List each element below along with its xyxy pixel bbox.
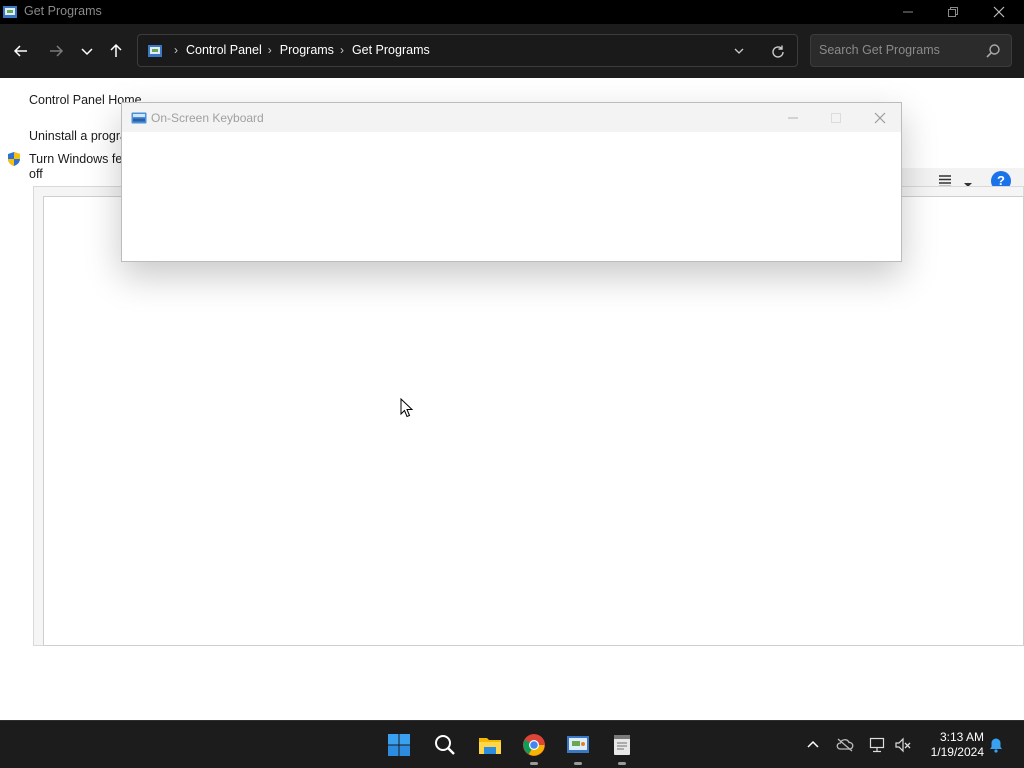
sidebar-item-turn-windows-features[interactable]: Turn Windows fea: [29, 152, 129, 166]
sidebar-item-uninstall-program[interactable]: Uninstall a progra: [29, 129, 127, 143]
close-button[interactable]: [976, 0, 1022, 24]
running-indicator: [574, 762, 582, 765]
on-screen-keyboard-window[interactable]: On-Screen Keyboard: [121, 102, 902, 262]
chevron-down-icon: [81, 48, 93, 56]
osk-titlebar[interactable]: On-Screen Keyboard: [122, 103, 901, 132]
start-button[interactable]: [383, 729, 415, 761]
forward-button[interactable]: [44, 39, 68, 63]
address-history-dropdown[interactable]: [731, 44, 747, 58]
refresh-icon: [772, 45, 784, 58]
taskbar-search-button[interactable]: [429, 729, 461, 761]
onedrive-offline-icon[interactable]: [836, 737, 854, 753]
search-icon: [435, 735, 455, 755]
chrome-icon: [523, 734, 545, 756]
sidebar-item-turn-windows-features-off[interactable]: off: [29, 167, 43, 181]
control-panel-icon: [567, 736, 589, 753]
minimize-button[interactable]: [885, 0, 931, 24]
chrome-button[interactable]: [518, 729, 550, 765]
back-button[interactable]: [9, 39, 33, 63]
volume-muted-icon[interactable]: [894, 737, 911, 753]
start-icon: [388, 734, 410, 756]
osk-maximize-button: [814, 103, 858, 132]
notification-bell-icon[interactable]: [988, 737, 1004, 753]
keyboard-icon: [131, 111, 147, 125]
file-explorer-button[interactable]: [474, 729, 506, 761]
back-arrow-icon: [13, 45, 27, 57]
up-arrow-icon: [110, 43, 122, 57]
chevron-down-icon: [734, 48, 744, 54]
breadcrumb-control-panel[interactable]: Control Panel: [186, 43, 262, 57]
network-icon[interactable]: [868, 737, 885, 753]
forward-arrow-icon: [50, 45, 64, 57]
refresh-button[interactable]: [770, 44, 786, 60]
window-titlebar: Get Programs: [0, 0, 1024, 24]
window-title: Get Programs: [24, 4, 102, 18]
breadcrumb: › Control Panel › Programs › Get Program…: [168, 43, 430, 57]
breadcrumb-programs[interactable]: Programs: [280, 43, 334, 57]
running-indicator: [530, 762, 538, 765]
search-box[interactable]: [810, 34, 1012, 67]
restore-button[interactable]: [930, 0, 976, 24]
control-panel-icon: [2, 4, 18, 20]
recent-locations-button[interactable]: [75, 39, 99, 63]
osk-title: On-Screen Keyboard: [151, 111, 264, 125]
chevron-right-icon[interactable]: ›: [340, 43, 344, 57]
uac-shield-icon: [6, 151, 22, 167]
notepad-icon: [614, 735, 630, 755]
navigation-bar: › Control Panel › Programs › Get Program…: [0, 24, 1024, 78]
chevron-right-icon: ›: [174, 43, 178, 57]
running-indicator: [618, 762, 626, 765]
clock-date: 1/19/2024: [930, 745, 984, 759]
programs-list-area: [43, 196, 1024, 646]
file-explorer-icon: [479, 738, 501, 754]
control-panel-taskbar-button[interactable]: [562, 729, 594, 765]
osk-minimize-button[interactable]: [771, 103, 815, 132]
notepad-button[interactable]: [606, 729, 638, 765]
system-clock[interactable]: 3:13 AM 1/19/2024: [922, 730, 984, 760]
search-input[interactable]: [819, 43, 979, 57]
address-bar[interactable]: › Control Panel › Programs › Get Program…: [137, 34, 798, 67]
taskbar: 3:13 AM 1/19/2024: [0, 720, 1024, 768]
up-button[interactable]: [104, 39, 128, 63]
mouse-cursor-icon: [400, 397, 414, 418]
osk-close-button[interactable]: [858, 103, 902, 132]
search-icon[interactable]: [985, 43, 1001, 59]
breadcrumb-get-programs[interactable]: Get Programs: [352, 43, 430, 57]
show-hidden-icons-chevron-up-icon[interactable]: [805, 737, 821, 753]
clock-time: 3:13 AM: [939, 730, 984, 744]
control-panel-icon: [147, 43, 163, 59]
chevron-right-icon[interactable]: ›: [268, 43, 272, 57]
